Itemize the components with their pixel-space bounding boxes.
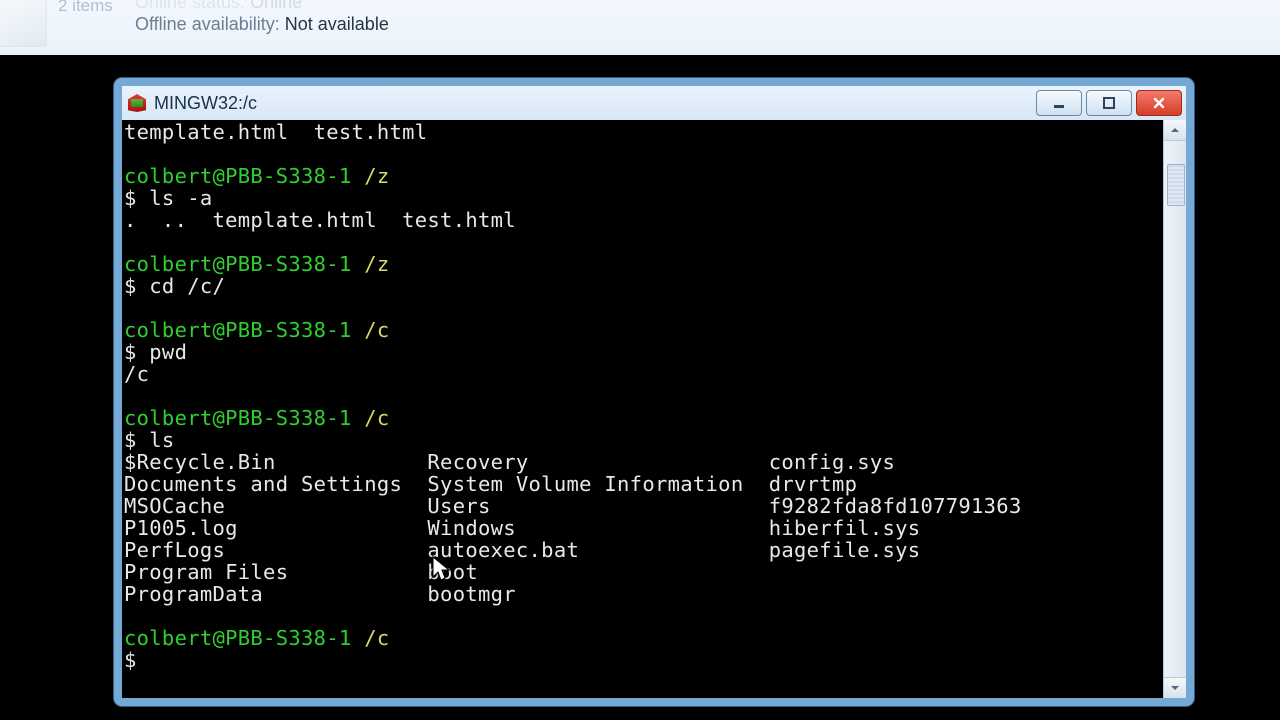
scrollbar-thumb[interactable] <box>1167 164 1185 206</box>
window-title: MINGW32:/c <box>154 93 257 114</box>
scrollbar[interactable] <box>1163 120 1186 698</box>
close-button[interactable] <box>1136 90 1182 116</box>
chevron-up-icon <box>1170 125 1180 135</box>
close-icon <box>1152 96 1166 110</box>
scroll-up-button[interactable] <box>1164 120 1186 141</box>
minimize-icon <box>1052 96 1066 110</box>
maximize-button[interactable] <box>1086 90 1132 116</box>
offline-availability-value: Not available <box>285 14 389 34</box>
offline-availability-label: Offline availability: <box>135 14 280 34</box>
maximize-icon <box>1102 96 1116 110</box>
online-status-row: Online status: Online <box>135 0 302 13</box>
explorer-details-pane: 2 items Online status: Online Offline av… <box>0 0 1280 56</box>
online-status-value: Online <box>250 0 302 12</box>
terminal-output[interactable]: template.html test.html colbert@PBB-S338… <box>122 120 1164 698</box>
minimize-button[interactable] <box>1036 90 1082 116</box>
online-status-label: Online status: <box>135 0 245 12</box>
scroll-down-button[interactable] <box>1164 677 1186 698</box>
folder-icon <box>0 0 47 47</box>
offline-availability-row: Offline availability: Not available <box>135 14 389 35</box>
window-buttons <box>1036 90 1186 116</box>
mingw-icon <box>128 94 146 112</box>
titlebar[interactable]: MINGW32:/c <box>122 86 1186 121</box>
chevron-down-icon <box>1170 683 1180 693</box>
item-count: 2 items <box>58 0 113 16</box>
terminal-window: MINGW32:/c template.html test.html colbe… <box>114 78 1194 706</box>
